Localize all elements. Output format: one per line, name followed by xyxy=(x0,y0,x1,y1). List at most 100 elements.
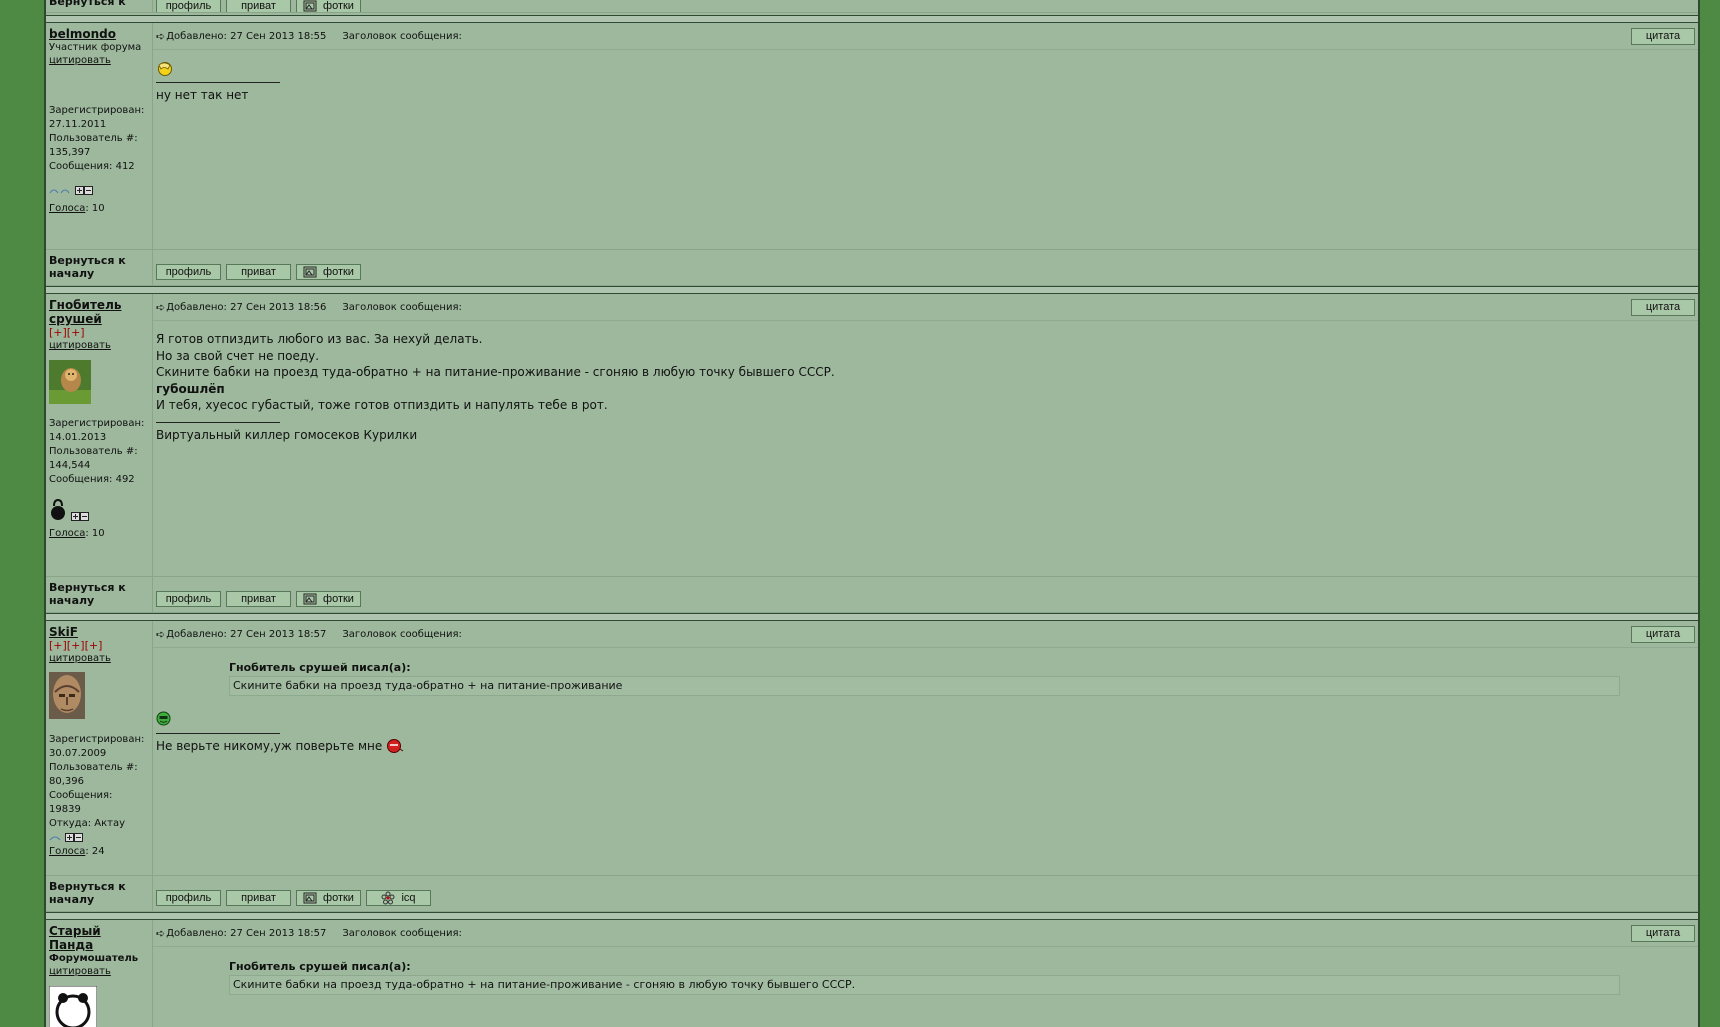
author-name[interactable]: Старый Панда xyxy=(49,924,149,952)
photos-button[interactable]: фотки xyxy=(296,264,361,280)
post-date: 27 Сен 2013 18:57 xyxy=(230,927,327,939)
quote-link[interactable]: цитировать xyxy=(49,652,149,666)
subject-label: Заголовок сообщения: xyxy=(342,30,462,42)
quote-button[interactable]: цитата xyxy=(1631,925,1695,942)
rating-wings-icon xyxy=(49,189,70,194)
post: SkiF [+][+][+] цитировать Зарегистрирова… xyxy=(46,621,1698,876)
post-author-panel: belmondo Участник форума цитировать Заре… xyxy=(46,23,153,249)
post-body: Не верьте никому,уж поверьте мне xyxy=(156,696,1695,754)
post-footer: Вернуться к началу профиль приват фотки xyxy=(46,250,1698,286)
signature-divider xyxy=(156,82,280,83)
forum-thread: Вернуться к началу профиль приват фотки … xyxy=(44,0,1700,1027)
post-arrow-icon: ➪ xyxy=(156,926,166,940)
signature-divider xyxy=(156,421,280,423)
red-smiley-icon xyxy=(387,739,404,753)
avatar xyxy=(49,986,97,1027)
quote-button[interactable]: цитата xyxy=(1631,626,1695,643)
photos-button-label: фотки xyxy=(323,266,354,278)
rating-wing-icon xyxy=(49,836,61,841)
private-button-label: приват xyxy=(241,266,276,278)
private-message-button[interactable]: приват xyxy=(226,0,291,12)
votes-link[interactable]: Голоса xyxy=(49,528,85,539)
quote-button[interactable]: цитата xyxy=(1631,299,1695,316)
subject-label: Заголовок сообщения: xyxy=(342,628,462,640)
signature: ну нет так нет xyxy=(156,88,249,102)
private-message-button[interactable]: приват xyxy=(226,591,291,607)
post-date: 27 Сен 2013 18:55 xyxy=(230,30,327,42)
post-content: ➪ Добавлено: 27 Сен 2013 18:57 Заголовок… xyxy=(153,621,1698,875)
post-separator xyxy=(46,15,1698,23)
quote-link[interactable]: цитировать xyxy=(49,339,149,353)
registered-label: Зарегистрирован: xyxy=(49,734,145,745)
photos-button-label: фотки xyxy=(323,593,354,605)
photos-icon xyxy=(303,892,317,904)
messages-label: Сообщения: xyxy=(49,474,113,485)
photos-button[interactable]: фотки xyxy=(296,591,361,607)
registered-label: Зарегистрирован: xyxy=(49,418,145,429)
messages-count: 19839 xyxy=(49,804,81,815)
photos-icon xyxy=(303,266,317,278)
back-to-top-link[interactable]: Вернуться к началу xyxy=(46,876,153,911)
post: Старый Панда Форумошатель цитировать ➪ Д… xyxy=(46,920,1698,1027)
quote-block: Гнобитель срушей писал(а): Скините бабки… xyxy=(229,959,1620,995)
profile-button[interactable]: профиль xyxy=(156,591,221,607)
post-header: ➪ Добавлено: 27 Сен 2013 18:55 Заголовок… xyxy=(153,23,1698,50)
author-rank: Участник форума xyxy=(49,42,142,53)
plus-minus-icon[interactable] xyxy=(71,512,89,521)
profile-button[interactable]: профиль xyxy=(156,264,221,280)
avatar xyxy=(49,672,85,719)
quote-link[interactable]: цитировать xyxy=(49,965,149,979)
profile-button[interactable]: профиль xyxy=(156,890,221,906)
posted-label: Добавлено: xyxy=(166,628,227,640)
back-to-top-link[interactable]: Вернуться к началу xyxy=(46,0,153,12)
icq-button[interactable]: icq xyxy=(366,890,431,906)
registered-date: 27.11.2011 xyxy=(49,119,107,130)
quote-link[interactable]: цитировать xyxy=(49,54,149,68)
status-icons xyxy=(49,831,149,843)
private-message-button[interactable]: приват xyxy=(226,264,291,280)
votes: Голоса: 24 xyxy=(49,846,105,857)
votes-link[interactable]: Голоса xyxy=(49,203,85,214)
votes-count: 10 xyxy=(91,203,105,214)
photos-button[interactable]: фотки xyxy=(296,890,361,906)
quote-author: Гнобитель срушей писал(а): xyxy=(229,960,411,973)
votes-link[interactable]: Голоса xyxy=(49,846,85,857)
profile-button[interactable]: профиль xyxy=(156,0,221,12)
post-line: Но за свой счет не поеду. xyxy=(156,348,320,363)
plus-minus-icon[interactable] xyxy=(75,185,93,195)
plus-minus-icon[interactable] xyxy=(65,832,83,842)
signature: Виртуальный киллер гомосеков Курилки xyxy=(156,427,418,442)
votes-count: 10 xyxy=(91,528,105,539)
post-separator xyxy=(46,912,1698,920)
messages-label: Сообщения: xyxy=(49,161,113,172)
post-separator xyxy=(46,286,1698,294)
back-to-top-link[interactable]: Вернуться к началу xyxy=(46,250,153,285)
posted-label: Добавлено: xyxy=(166,301,227,313)
author-rank: Форумошатель xyxy=(49,953,139,964)
signature: Не верьте никому,уж поверьте мне xyxy=(156,738,1695,755)
author-name[interactable]: Гнобитель срушей xyxy=(49,298,149,326)
quote-button[interactable]: цитата xyxy=(1631,28,1695,45)
facepalm-smiley-icon xyxy=(158,62,172,76)
post-line: И тебя, хуесос губастый, тоже готов отпи… xyxy=(156,398,608,412)
post-content: ➪ Добавлено: 27 Сен 2013 18:57 Заголовок… xyxy=(153,920,1698,1027)
profile-button-label: профиль xyxy=(165,593,212,605)
author-rank: [+][+][+] xyxy=(49,639,103,652)
quote-author: Гнобитель срушей писал(а): xyxy=(229,661,411,674)
user-number-label: Пользователь #: xyxy=(49,762,138,773)
back-to-top-link[interactable]: Вернуться к началу xyxy=(46,577,153,612)
registered-date: 30.07.2009 xyxy=(49,748,107,759)
post-footer-buttons: профиль приват фотки xyxy=(153,250,1698,285)
author-stats: Зарегистрирован: 27.11.2011 Пользователь… xyxy=(49,104,149,174)
messages-count: 492 xyxy=(115,474,135,485)
post-footer-buttons: профиль приват фотки xyxy=(153,0,1698,12)
subject-label: Заголовок сообщения: xyxy=(342,301,462,313)
private-message-button[interactable]: приват xyxy=(226,890,291,906)
photos-button[interactable]: фотки xyxy=(296,0,361,12)
author-name[interactable]: belmondo xyxy=(49,27,149,41)
author-name[interactable]: SkiF xyxy=(49,625,149,639)
signature-text: Не верьте никому,уж поверьте мне xyxy=(156,738,383,753)
votes: Голоса: 10 xyxy=(49,528,105,539)
user-number-label: Пользователь #: xyxy=(49,133,138,144)
messages-count: 412 xyxy=(115,161,135,172)
